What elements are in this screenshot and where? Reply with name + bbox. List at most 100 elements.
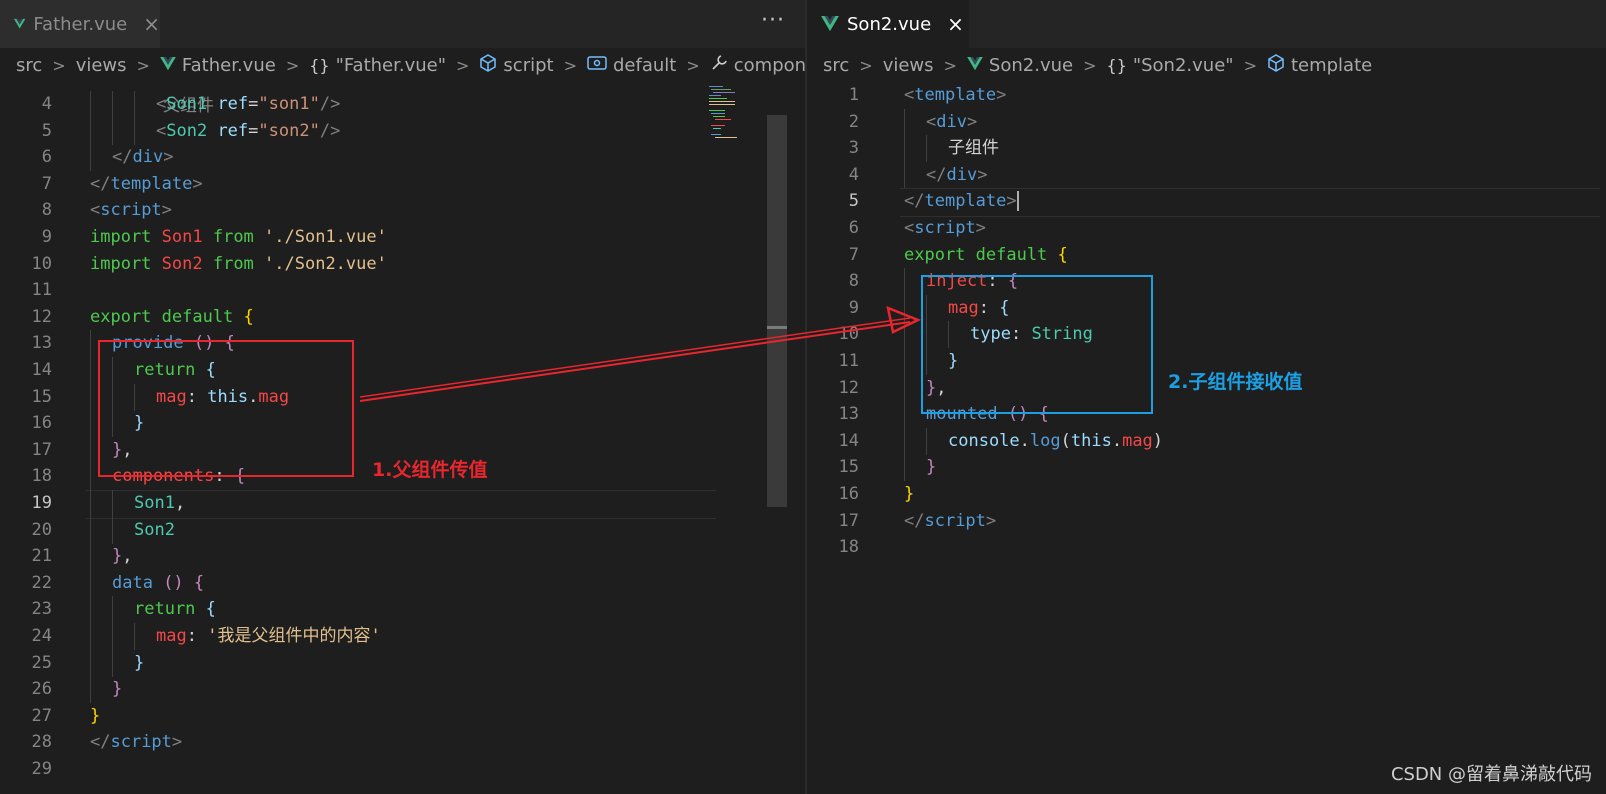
code-token: } bbox=[904, 484, 915, 504]
breadcrumb-label: template bbox=[1290, 54, 1373, 76]
tab-father-vue[interactable]: Father.vue × bbox=[0, 0, 160, 48]
vertical-scrollbar[interactable] bbox=[767, 115, 787, 507]
code-line[interactable]: 14 console.log(this.mag) bbox=[807, 427, 1606, 455]
code-line[interactable]: 5 </template> bbox=[807, 188, 1606, 218]
code-line[interactable]: 15} bbox=[807, 454, 1606, 482]
code-token: "son1" bbox=[258, 94, 320, 114]
code-token: () bbox=[152, 572, 194, 593]
breadcrumb-item[interactable]: src bbox=[16, 55, 42, 76]
code-text: } bbox=[112, 676, 122, 703]
code-token: </ bbox=[112, 147, 133, 168]
code-line[interactable]: 1 <template> bbox=[807, 82, 1606, 109]
line-number: 11 bbox=[838, 351, 859, 371]
code-text: </template> bbox=[90, 171, 203, 198]
breadcrumb-item[interactable]: default bbox=[587, 55, 676, 76]
breadcrumb-label: Father.vue bbox=[181, 54, 276, 76]
breadcrumb-item[interactable]: Son2.vue bbox=[967, 55, 1073, 76]
minimap[interactable] bbox=[705, 84, 765, 144]
code-line[interactable]: 4 <Son1 ref="son1"/> bbox=[0, 91, 805, 118]
close-icon[interactable]: × bbox=[947, 14, 964, 34]
code-token: } bbox=[90, 705, 101, 726]
code-line[interactable]: 10 import Son2 from './Son2.vue' bbox=[0, 251, 805, 278]
code-line[interactable]: 27} bbox=[0, 703, 805, 730]
code-token: Son2 bbox=[134, 519, 175, 540]
code-line[interactable]: 6 <script> bbox=[807, 215, 1606, 242]
code-token: = bbox=[248, 94, 259, 114]
code-line[interactable]: 2 <div> bbox=[807, 108, 1606, 136]
code-line[interactable]: 23 return { bbox=[0, 596, 805, 624]
code-line[interactable]: 22 data () { bbox=[0, 569, 805, 597]
line-number: 10 bbox=[31, 253, 52, 274]
code-line[interactable]: 7 </template> bbox=[0, 171, 805, 198]
more-actions-icon[interactable]: ··· bbox=[761, 8, 785, 33]
code-line[interactable]: 16} bbox=[807, 481, 1606, 508]
breadcrumb-item[interactable]: views bbox=[883, 55, 934, 76]
code-text: } bbox=[926, 454, 936, 481]
code-token: Son1 bbox=[134, 493, 175, 513]
code-line[interactable]: 5 <Son2 ref="son2"/> bbox=[0, 117, 805, 145]
code-text: return { bbox=[134, 596, 216, 623]
breadcrumb-item[interactable]: Father.vue bbox=[160, 55, 276, 76]
breadcrumb-item[interactable]: script bbox=[479, 54, 554, 76]
code-line[interactable]: 9 import Son1 from './Son1.vue' bbox=[0, 224, 805, 251]
code-line[interactable]: 26} bbox=[0, 676, 805, 704]
indent-guide bbox=[90, 383, 91, 411]
code-line[interactable]: 8 <script> bbox=[0, 197, 805, 224]
text-cursor bbox=[1016, 191, 1019, 212]
code-line[interactable]: 25} bbox=[0, 649, 805, 677]
code-text: export default { bbox=[904, 242, 1068, 269]
code-editor[interactable]: 1 <template> 2 <div> 3 子组件 4 </div> 5 </template>… bbox=[807, 82, 1606, 794]
indent-guide bbox=[904, 135, 905, 163]
breadcrumb-item[interactable]: views bbox=[76, 55, 127, 76]
code-line[interactable]: 21}, bbox=[0, 543, 805, 571]
code-line[interactable]: 17 </script> bbox=[807, 508, 1606, 535]
indent-guide bbox=[112, 623, 113, 650]
indent-guide bbox=[112, 490, 113, 517]
breadcrumb-item[interactable]: {} "Son2.vue" bbox=[1106, 55, 1233, 76]
code-line[interactable]: 3 子组件 bbox=[807, 135, 1606, 163]
code-token: "son2" bbox=[258, 120, 320, 141]
code-line[interactable]: 11 bbox=[0, 277, 805, 304]
code-token: Son2 bbox=[161, 253, 203, 274]
code-line[interactable]: 19 Son1, bbox=[0, 490, 805, 519]
code-token: > bbox=[171, 732, 183, 753]
code-line[interactable]: 18 bbox=[807, 534, 1606, 561]
code-line[interactable]: 6 </div> bbox=[0, 144, 805, 172]
code-text: <div> bbox=[926, 109, 977, 136]
code-token: > bbox=[1006, 191, 1017, 212]
braces-icon: {} bbox=[1106, 55, 1127, 75]
code-token: < bbox=[156, 120, 167, 141]
code-token: : bbox=[186, 626, 208, 646]
breadcrumb-item[interactable]: src bbox=[823, 55, 849, 76]
line-number: 5 bbox=[848, 191, 859, 212]
code-line[interactable]: 7 export default { bbox=[807, 242, 1606, 269]
line-number: 12 bbox=[31, 306, 52, 327]
breadcrumb-item[interactable]: components bbox=[710, 54, 805, 76]
line-number: 17 bbox=[838, 510, 859, 531]
symbol-icon bbox=[587, 55, 607, 75]
code-line[interactable]: 29 bbox=[0, 756, 805, 783]
code-text: import Son2 from './Son2.vue' bbox=[90, 251, 387, 278]
code-token: div bbox=[946, 164, 978, 185]
code-line[interactable]: 28 </script> bbox=[0, 729, 805, 756]
line-number: 3 bbox=[848, 138, 859, 159]
watermark: CSDN @留着鼻涕敲代码 bbox=[1390, 764, 1592, 785]
breadcrumb-item[interactable]: {} "Father.vue" bbox=[309, 55, 446, 76]
tab-son2-vue[interactable]: Son2.vue × bbox=[807, 0, 969, 48]
code-token: . bbox=[1111, 430, 1123, 451]
code-token: log bbox=[1029, 430, 1061, 451]
close-icon[interactable]: × bbox=[143, 14, 160, 34]
code-text: </template> bbox=[904, 188, 1019, 215]
line-number: 20 bbox=[31, 519, 52, 540]
line-number: 8 bbox=[848, 271, 859, 292]
annotation-parent-provide: 1.父组件传值 bbox=[372, 459, 488, 481]
breadcrumb-item[interactable]: template bbox=[1267, 54, 1372, 76]
chevron-right-icon: > bbox=[943, 55, 957, 75]
indent-guide bbox=[90, 91, 91, 118]
code-line[interactable]: 20 Son2 bbox=[0, 516, 805, 544]
code-line[interactable]: 4 </div> bbox=[807, 161, 1606, 189]
code-text: </div> bbox=[926, 162, 987, 189]
inject-highlight-box bbox=[921, 275, 1153, 414]
code-line[interactable]: 12 export default { bbox=[0, 304, 805, 331]
code-line[interactable]: 24 mag: '我是父组件中的内容' bbox=[0, 623, 805, 650]
